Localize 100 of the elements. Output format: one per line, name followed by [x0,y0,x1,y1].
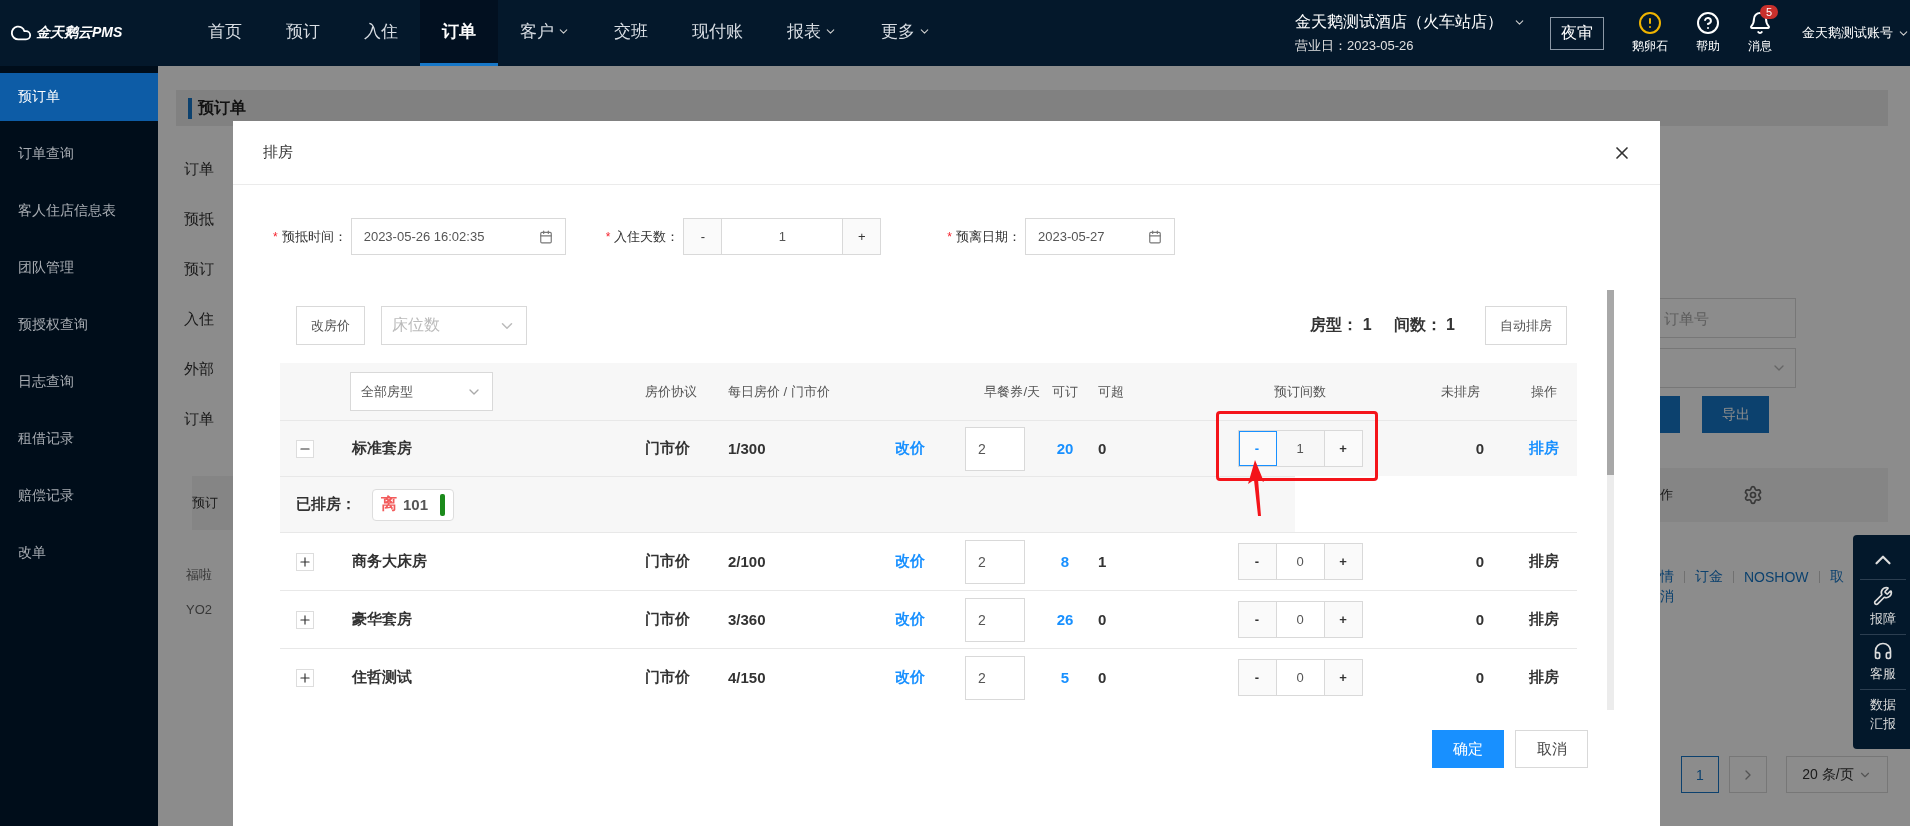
required-marker: * [947,229,952,244]
table-cell-text: 0 [1097,611,1108,628]
form-label: 入住 [183,308,215,329]
minus-button[interactable]: - [1238,660,1277,695]
logo[interactable]: 金天鹅云PMS [0,22,186,44]
panel-label[interactable]: 报障 [1869,610,1897,629]
number-stepper[interactable]: - 1 + [683,218,882,255]
plus-button[interactable]: + [842,219,881,254]
table-cell-text: 福啦 [185,566,213,584]
tool-label[interactable]: 帮助 [1696,38,1720,55]
nav-tab[interactable]: 首页 [186,0,264,66]
sidebar-item[interactable]: 预授权查询 [0,301,158,349]
nav-tab[interactable]: 入住 [342,0,420,66]
room-count-stepper[interactable]: - 0 + [1237,601,1363,638]
column-header: 未排房 [1439,382,1481,401]
plus-button[interactable]: + [1323,602,1362,637]
assign-room-link[interactable]: 排房 [1510,668,1577,687]
sidebar-item[interactable]: 赔偿记录 [0,472,158,520]
breakfast-field[interactable]: 2 [965,655,1025,700]
sidebar-item[interactable]: 团队管理 [0,244,158,292]
minus-button[interactable]: - [1238,602,1277,637]
page-size-select[interactable]: 20 条/页 [1786,756,1888,793]
column-header: 操作 [1529,382,1558,401]
calendar-icon[interactable] [538,229,553,244]
nav-tab[interactable]: 订单 [420,0,498,66]
column-header: 可订 [1051,382,1079,401]
room-type-select[interactable]: 全部房型 [350,372,493,411]
column-header: 作 [1660,486,1673,504]
nav-tab[interactable]: 报表 [765,0,859,66]
room-count-stepper[interactable]: - 1 + [1237,430,1363,467]
panel-label[interactable]: 数据汇报 [1869,696,1897,733]
sidebar-item[interactable]: 租借记录 [0,415,158,463]
date-field[interactable]: 2023-05-26 16:02:35 [350,218,566,255]
table-cell-text: 4/150 [727,669,767,686]
room-count-stepper[interactable]: - 0 + [1237,543,1363,580]
required-marker: * [273,229,278,244]
tool-label[interactable]: 消息 [1748,38,1772,55]
table-cell-text: 标准套房 [350,439,413,458]
breakfast-field[interactable]: 2 [965,539,1025,584]
form-label: 外部 [183,358,215,379]
breakfast-field[interactable]: 2 [965,597,1025,642]
date-field[interactable]: 2023-05-27 [1025,218,1175,255]
nav-tab[interactable]: 更多 [859,0,953,66]
table-cell-text: 0 [1474,669,1486,686]
form-label: 订单 [183,408,215,429]
table-cell-text: 0 [1097,669,1108,686]
dialog-title: 排房 [263,143,293,162]
field-label: 预抵时间： [281,227,347,246]
settings-icon[interactable] [1743,485,1763,505]
table-cell-text: 5 [1059,669,1071,686]
room-chip[interactable]: 离 101 [372,488,455,521]
column-header: 每日房价 / 门市价 [727,382,831,401]
nav-tab[interactable]: 现付账 [670,0,765,66]
breakfast-field[interactable]: 2 [965,426,1025,471]
nav-tab[interactable]: 客户 [498,0,592,66]
hotel-name[interactable]: 金天鹅测试酒店（火车站店） [1295,11,1503,33]
table-cell-text: 1/300 [727,440,767,457]
form-label: 预抵 [183,208,215,229]
scrollbar[interactable] [1607,290,1614,710]
assigned-label: 已排房： [296,495,356,514]
table-cell-text: 门市价 [644,552,691,571]
cancel-button[interactable]: 取消 [1515,730,1588,768]
sidebar-item[interactable]: 预订单 [0,73,158,121]
minus-button[interactable]: - [684,219,723,254]
table-cell-text: 0 [1474,440,1486,457]
night-audit-button[interactable]: 夜审 [1550,16,1604,50]
summary-text: 房型： 1 [1310,315,1372,335]
table-cell-text: 8 [1059,553,1071,570]
field-label: 预离日期： [956,227,1021,246]
table-cell-text: 商务大床房 [351,552,428,571]
nav-tab[interactable]: 交班 [592,0,670,66]
calendar-icon[interactable] [1148,229,1162,244]
minus-button[interactable]: - [1238,544,1277,579]
nav-tab[interactable]: 预订 [264,0,342,66]
required-marker: * [605,229,611,244]
plus-button[interactable]: + [1323,660,1362,695]
table-cell-text: 3/360 [727,611,767,628]
sidebar-item[interactable]: 改单 [0,529,158,577]
tool-label[interactable]: 鹅卵石 [1632,38,1668,55]
business-day: 营业日：2023-05-26 [1295,36,1526,55]
table-cell-text: 20 [1055,440,1075,457]
form-label: 预订 [183,258,215,279]
assign-room-link[interactable]: 排房 [1510,552,1577,571]
panel-label[interactable]: 客服 [1869,665,1897,684]
plus-button[interactable]: + [1323,544,1362,579]
auto-assign-button[interactable]: 自动排房 [1485,306,1567,345]
sidebar-item[interactable]: 客人住店信息表 [0,187,158,235]
table-cell-text: 住哲测试 [350,668,413,687]
assign-room-link[interactable]: 排房 [1510,610,1577,629]
account-name[interactable]: 金天鹅测试账号 [1802,24,1893,42]
column-header: 预订 [192,494,218,512]
sidebar-item[interactable]: 订单查询 [0,130,158,178]
table-cell-text: 门市价 [644,610,691,629]
column-header: 房价协议 [644,382,698,401]
room-count-stepper[interactable]: - 0 + [1237,659,1363,696]
notification-badge: 5 [1759,5,1778,19]
table-cell-text: 26 [1055,611,1075,628]
change-price-button[interactable]: 改房价 [296,306,365,345]
table-cell-text: 豪华套房 [351,610,413,629]
sidebar-item[interactable]: 日志查询 [0,358,158,406]
